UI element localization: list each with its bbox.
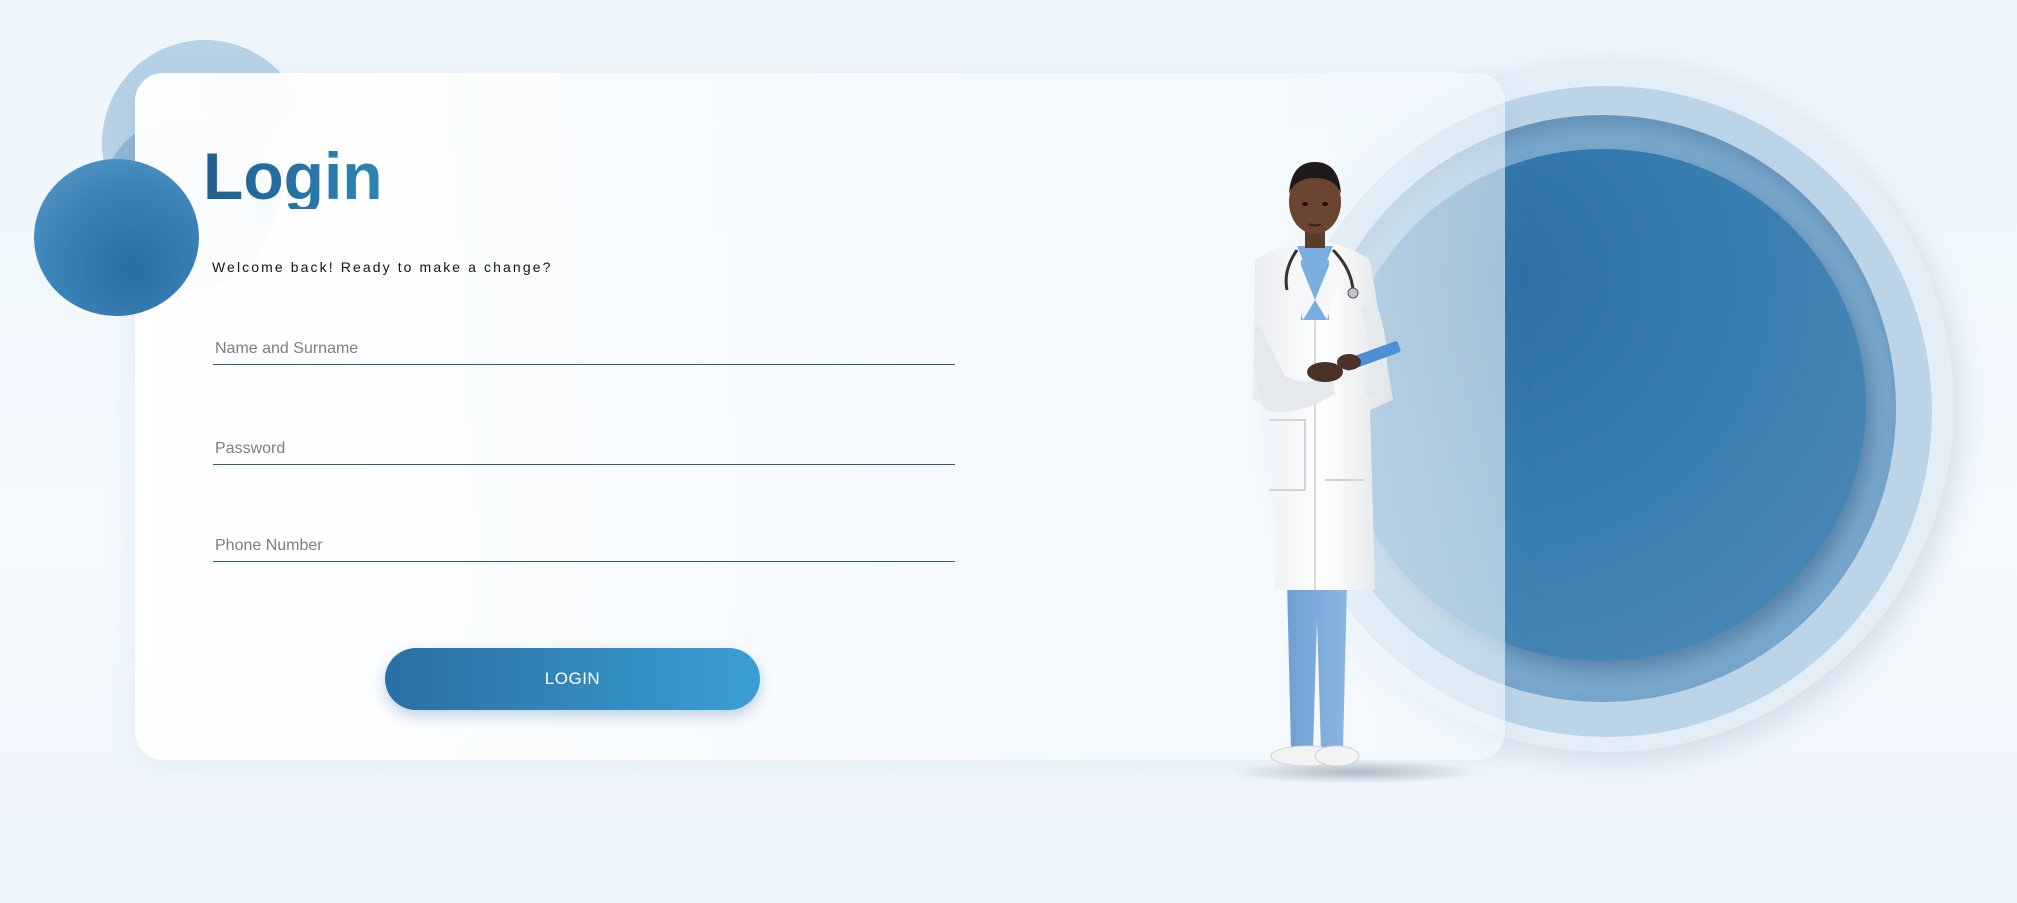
name-field-wrapper (213, 334, 955, 365)
phone-number-input[interactable] (213, 531, 955, 561)
password-field-wrapper (213, 434, 955, 465)
decor-bubble-dark (34, 159, 199, 316)
name-surname-input[interactable] (213, 334, 955, 364)
password-input[interactable] (213, 434, 955, 464)
phone-field-wrapper (213, 531, 955, 562)
doctor-illustration-icon (1230, 162, 1480, 784)
page-title: Login (203, 139, 383, 213)
login-button[interactable]: LOGIN (385, 648, 760, 710)
login-page: Login Welcome back! Ready to make a chan… (0, 0, 2017, 903)
page-subtitle: Welcome back! Ready to make a change? (212, 259, 553, 275)
